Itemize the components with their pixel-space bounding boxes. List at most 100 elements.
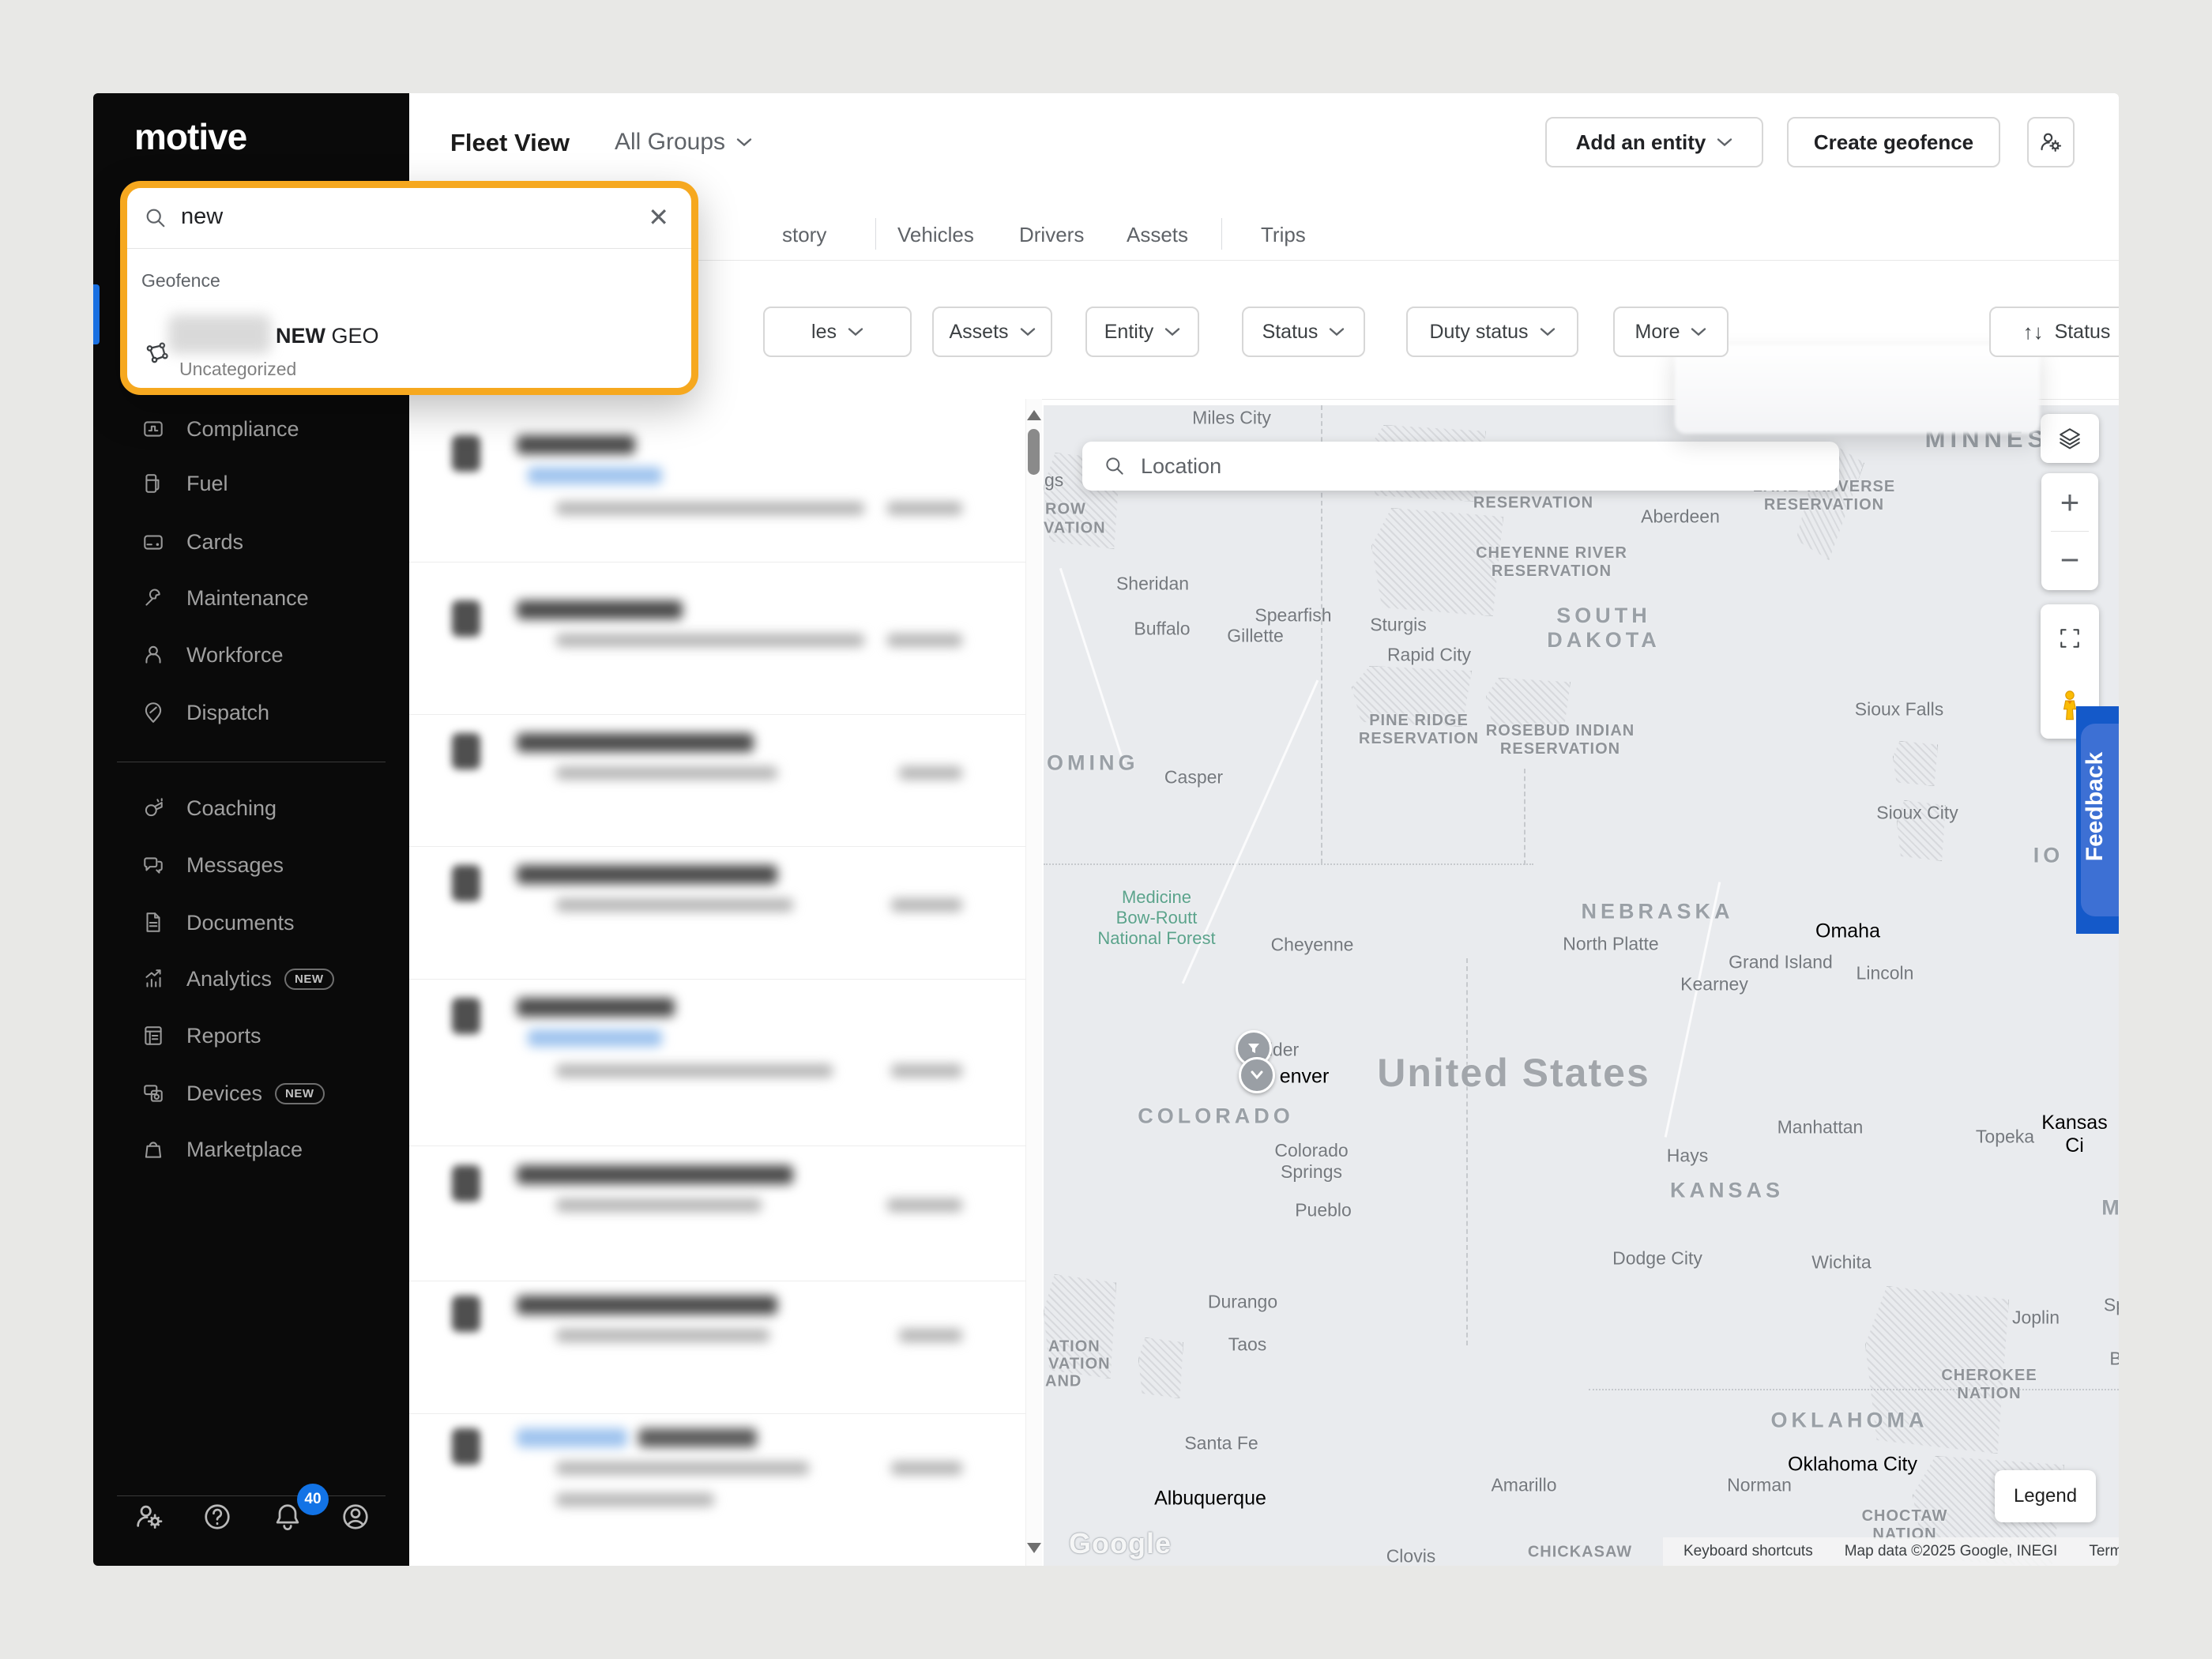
profile-icon[interactable]	[340, 1501, 371, 1533]
filter-status[interactable]: Status	[1242, 307, 1365, 357]
chevron-down-icon	[1164, 327, 1180, 337]
list-item-icon	[452, 435, 480, 472]
add-entity-button[interactable]: Add an entity	[1545, 117, 1763, 167]
sidebar-item-coaching[interactable]: Coaching	[93, 784, 409, 833]
group-selector[interactable]: All Groups	[615, 129, 752, 156]
admin-settings-icon[interactable]	[134, 1501, 165, 1533]
tab-story[interactable]: story	[782, 223, 826, 247]
sidebar-item-cards[interactable]: Cards	[93, 517, 409, 566]
map-label: Cheyenne	[1271, 935, 1354, 956]
sidebar-item-dispatch[interactable]: Dispatch	[93, 688, 409, 737]
list-item-address	[556, 898, 793, 912]
search-input-row[interactable]: new ✕	[127, 188, 691, 249]
list-item-link[interactable]	[528, 467, 662, 484]
list-scrollbar[interactable]	[1025, 399, 1042, 1566]
map-cluster-marker[interactable]	[1239, 1057, 1275, 1093]
legend-button[interactable]: Legend	[1995, 1470, 2096, 1522]
sidebar-item-documents[interactable]: Documents	[93, 898, 409, 947]
entity-list-panel[interactable]	[409, 399, 1025, 1566]
sidebar-item-workforce[interactable]: Workforce	[93, 630, 409, 679]
tab-vehicles[interactable]: Vehicles	[897, 223, 974, 247]
list-item-link[interactable]	[517, 1428, 627, 1447]
list-item-timestamp	[891, 898, 962, 912]
sidebar-item-fuel[interactable]: Fuel	[93, 459, 409, 508]
new-badge: NEW	[275, 1083, 325, 1104]
keyboard-shortcuts-link[interactable]: Keyboard shortcuts	[1683, 1543, 1813, 1560]
tab-assets[interactable]: Assets	[1127, 223, 1188, 247]
map-label: Oklahoma City	[1788, 1454, 1917, 1477]
user-gear-icon	[2038, 130, 2063, 155]
compliance-icon	[141, 417, 165, 441]
list-item-address	[556, 1198, 762, 1212]
sidebar-item-label: Workforce	[186, 643, 284, 668]
motive-logo: motive	[134, 115, 246, 158]
map-label: IO	[2033, 844, 2064, 868]
map-label: North Platte	[1563, 934, 1658, 955]
admin-settings-button[interactable]	[2027, 117, 2075, 167]
list-item-icon	[452, 600, 480, 637]
messages-icon	[141, 853, 165, 877]
feedback-tab[interactable]: Feedback	[2076, 706, 2119, 934]
search-result-item[interactable]: NEW GEO Uncategorized	[127, 305, 691, 384]
fuel-icon	[141, 472, 165, 495]
filter-duty-status[interactable]: Duty status	[1406, 307, 1578, 357]
reservation-area	[1865, 1286, 2009, 1454]
map-label: Omaha	[1815, 920, 1880, 943]
zoom-in-button[interactable]: +	[2041, 473, 2098, 531]
sidebar-item-maintenance[interactable]: Maintenance	[93, 574, 409, 623]
close-icon[interactable]: ✕	[648, 202, 669, 232]
map-label: Rapid City	[1387, 645, 1471, 666]
map-label: Medicine Bow-Routt National Forest	[1097, 887, 1215, 949]
map-layers-button[interactable]	[2041, 414, 2099, 463]
group-selector-label: All Groups	[615, 129, 725, 156]
map-label: Sheridan	[1116, 574, 1189, 595]
analytics-icon	[141, 967, 165, 991]
legend-label: Legend	[2014, 1485, 2077, 1507]
sidebar-item-analytics[interactable]: AnalyticsNEW	[93, 954, 409, 1003]
filter-assets[interactable]: Assets	[932, 307, 1052, 357]
sidebar-item-devices[interactable]: DevicesNEW	[93, 1069, 409, 1118]
map-canvas[interactable]: Miles CityMINNESORESERVATIONgsROWVATIONA…	[1044, 405, 2119, 1566]
chevron-down-icon	[1540, 327, 1556, 337]
sidebar-item-messages[interactable]: Messages	[93, 841, 409, 890]
app-window: Fleet View All Groups Add an entity Crea…	[93, 93, 2119, 1566]
map-label: Pueblo	[1295, 1200, 1352, 1221]
scrollbar-thumb[interactable]	[1028, 429, 1040, 475]
search-query-text[interactable]: new	[181, 204, 223, 230]
help-icon[interactable]	[201, 1501, 233, 1533]
state-border	[1589, 1389, 2119, 1390]
filter-entity[interactable]: Entity	[1085, 307, 1199, 357]
notification-count-badge: 40	[297, 1484, 329, 1515]
scroll-up-arrow[interactable]	[1027, 410, 1041, 420]
tab-trips[interactable]: Trips	[1261, 223, 1306, 247]
google-watermark: Google	[1069, 1527, 1172, 1560]
sidebar-item-marketplace[interactable]: Marketplace	[93, 1125, 409, 1174]
reservation-area	[1371, 508, 1503, 616]
fullscreen-button[interactable]	[2041, 604, 2099, 672]
sidebar-item-reports[interactable]: Reports	[93, 1011, 409, 1060]
list-item-timestamp	[887, 1198, 962, 1212]
create-geofence-button[interactable]: Create geofence	[1787, 117, 2000, 167]
chevron-down-icon	[1717, 137, 1732, 147]
map-label: Sturgis	[1370, 615, 1427, 636]
filter-more[interactable]: More	[1613, 307, 1729, 357]
list-item-link[interactable]	[528, 1029, 662, 1047]
zoom-out-button[interactable]: −	[2041, 531, 2098, 589]
terms-link[interactable]: Terms	[2089, 1543, 2119, 1560]
map-label: KANSAS	[1670, 1179, 1784, 1203]
reports-icon	[141, 1024, 165, 1048]
scroll-down-arrow[interactable]	[1027, 1543, 1041, 1553]
road-line	[1059, 568, 1125, 764]
tab-drivers[interactable]: Drivers	[1019, 223, 1084, 247]
sort-by-status-button[interactable]: ↑↓Status	[1989, 307, 2119, 357]
filter-label: More	[1635, 321, 1680, 344]
sidebar-item-compliance[interactable]: Compliance	[93, 404, 409, 453]
map-location-search[interactable]: Location	[1082, 442, 1839, 491]
map-label: Gillette	[1227, 626, 1284, 647]
map-zoom-panel: + −	[2041, 473, 2098, 590]
list-item-icon	[452, 1165, 480, 1202]
filter-les[interactable]: les	[763, 307, 912, 357]
map-label: B	[2109, 1349, 2119, 1370]
map-data-credit: Map data ©2025 Google, INEGI	[1845, 1543, 2058, 1560]
list-item-timestamp	[887, 634, 962, 647]
